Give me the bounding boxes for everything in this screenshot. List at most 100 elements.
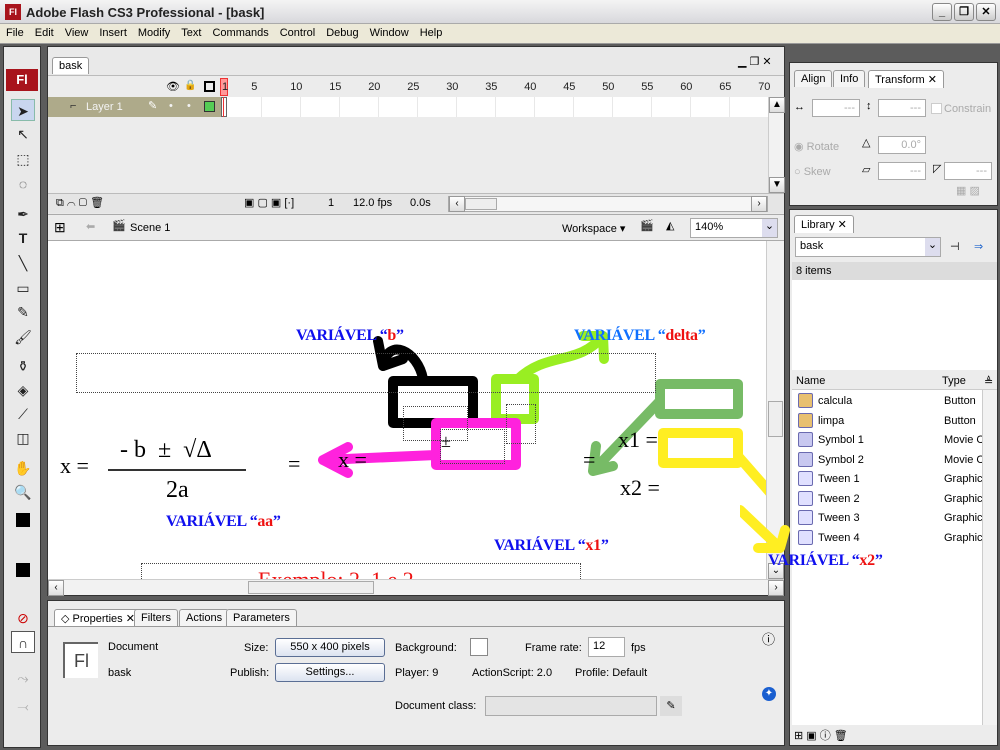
library-vscroll[interactable] — [982, 390, 997, 725]
subselection-tool-icon[interactable]: ↖ — [11, 123, 35, 145]
rotate-input[interactable]: 0.0° — [878, 136, 926, 154]
size-button[interactable]: 550 x 400 pixels — [275, 638, 385, 657]
skew-v-input[interactable]: --- — [944, 162, 992, 180]
accessibility-icon[interactable]: ✦ — [762, 687, 776, 701]
timeline-hscroll[interactable]: ‹ › — [448, 196, 768, 212]
library-item[interactable]: Tween 1 Graphic — [796, 470, 986, 489]
pen-tool-icon[interactable]: ✒ — [11, 203, 35, 225]
no-color-icon[interactable]: ⊘ — [11, 607, 35, 629]
fill-color-icon[interactable] — [11, 559, 35, 581]
library-item[interactable]: limpa Button — [796, 412, 986, 431]
rotate-radio[interactable]: ◉ Rotate — [794, 140, 839, 153]
input-field-top[interactable] — [76, 353, 656, 393]
background-color-swatch[interactable] — [470, 638, 488, 656]
selection-tool-icon[interactable]: ➤ — [11, 99, 35, 121]
onion-skin-icons[interactable]: ▣ ▢ ▣ [·] — [244, 196, 294, 209]
constrain-checkbox[interactable] — [931, 103, 942, 114]
document-class-input[interactable] — [485, 696, 657, 716]
tab-transform[interactable]: Transform ✕ — [868, 70, 944, 88]
library-item[interactable]: Tween 2 Graphic — [796, 490, 986, 509]
edit-scene-icon[interactable]: 🎬 — [640, 219, 654, 232]
zoom-tool-icon[interactable]: 🔍 — [11, 481, 35, 503]
snap-magnet-icon[interactable]: ∩ — [11, 631, 35, 653]
frame-rate-input[interactable]: 12 — [588, 637, 625, 657]
line-tool-icon[interactable]: ╲ — [11, 252, 35, 274]
close-button[interactable]: ✕ — [976, 3, 996, 21]
library-bottom-icons[interactable]: ⊞ ▣ ⓘ 🗑 — [794, 727, 848, 743]
eraser-tool-icon[interactable]: ◫ — [11, 427, 35, 449]
menu-edit[interactable]: Edit — [29, 24, 59, 39]
tab-filters[interactable]: Filters — [134, 609, 178, 626]
tab-properties[interactable]: ◇ Properties ✕ — [54, 609, 142, 627]
menu-commands[interactable]: Commands — [206, 24, 273, 39]
brush-tool-icon[interactable]: 🖌 — [11, 326, 35, 348]
stage[interactable]: x = - b ± √Δ 2a = x = ± = x1 = x2 = VARI… — [48, 241, 766, 579]
skew-h-input[interactable]: --- — [878, 162, 926, 180]
menu-window[interactable]: Window — [364, 24, 414, 39]
document-tab[interactable]: bask — [52, 57, 90, 74]
sort-icon[interactable]: ≜ — [984, 375, 993, 388]
menu-file[interactable]: File — [0, 24, 29, 39]
rectangle-tool-icon[interactable]: ▭ — [11, 277, 35, 299]
library-item[interactable]: Symbol 2 Movie C — [796, 451, 986, 470]
minimize-button[interactable]: _ — [932, 3, 952, 21]
menu-debug[interactable]: Debug — [320, 24, 363, 39]
zoom-select[interactable]: 140% ⌄ — [690, 218, 778, 238]
paint-bucket-tool-icon[interactable]: ◈ — [11, 379, 35, 401]
help-icon[interactable]: ⓘ — [762, 629, 775, 648]
col-name[interactable]: Name — [796, 375, 825, 387]
outline-icon[interactable] — [204, 81, 215, 92]
keyframe[interactable] — [221, 97, 227, 117]
ink-bottle-tool-icon[interactable]: ⚱ — [11, 355, 35, 377]
input-delta[interactable] — [506, 404, 536, 444]
doc-window-controls[interactable]: ▁ ❐ ✕ — [738, 55, 772, 68]
lock-icon[interactable]: 🔒 — [184, 80, 196, 91]
edit-symbol-icon[interactable]: ◭ — [666, 219, 674, 232]
smooth-icon[interactable]: ⤳ — [11, 667, 35, 689]
skew-radio[interactable]: ○ Skew — [794, 166, 831, 178]
library-item[interactable]: Symbol 1 Movie C — [796, 431, 986, 450]
tab-library[interactable]: Library ✕ — [794, 215, 854, 233]
menu-view[interactable]: View — [59, 24, 94, 39]
timeline-toggle-icon[interactable]: ⊞ — [54, 219, 66, 236]
copy-transform-icon[interactable]: ▦ ▨ — [956, 184, 980, 197]
add-layer-icon[interactable]: ⧉ ⌒ ▢ 🗑 — [56, 196, 104, 210]
settings-button[interactable]: Settings... — [275, 663, 385, 682]
stroke-color-icon[interactable] — [11, 509, 35, 531]
frames-area[interactable] — [221, 97, 768, 117]
library-item[interactable]: Tween 4 Graphic — [796, 529, 986, 548]
text-tool-icon[interactable]: T — [11, 227, 35, 249]
straighten-icon[interactable]: ⤙ — [11, 695, 35, 717]
tab-align[interactable]: Align — [794, 70, 833, 87]
edit-pencil-icon[interactable]: ✎ — [660, 696, 682, 716]
eye-icon[interactable]: 👁 — [166, 80, 180, 93]
library-item[interactable]: Tween 3 Graphic — [796, 509, 986, 528]
menu-modify[interactable]: Modify — [132, 24, 175, 39]
height-input[interactable]: --- — [878, 99, 926, 117]
menu-text[interactable]: Text — [175, 24, 206, 39]
menu-control[interactable]: Control — [274, 24, 320, 39]
tab-info[interactable]: Info — [833, 70, 866, 87]
pin-library-icon[interactable]: ⊣ — [950, 240, 960, 253]
layer-name[interactable]: Layer 1 — [86, 101, 123, 113]
menu-insert[interactable]: Insert — [93, 24, 132, 39]
tab-actions[interactable]: Actions — [179, 609, 230, 626]
col-type[interactable]: Type — [942, 375, 966, 387]
free-transform-tool-icon[interactable]: ⬚ — [11, 148, 35, 170]
timeline-vscroll[interactable]: ▲ ▼ — [768, 97, 785, 193]
lasso-tool-icon[interactable]: ◌ — [11, 173, 35, 195]
pencil-tool-icon[interactable]: ✎ — [11, 301, 35, 323]
layer-row[interactable]: ⌐ Layer 1 ✎ • • — [48, 97, 223, 117]
library-item[interactable]: calcula Button — [796, 392, 986, 411]
width-input[interactable]: --- — [812, 99, 860, 117]
menu-help[interactable]: Help — [414, 24, 448, 39]
stage-hscroll[interactable]: ‹ › — [48, 579, 784, 596]
restore-button[interactable]: ❐ — [954, 3, 974, 21]
scene-name[interactable]: Scene 1 — [130, 222, 170, 234]
new-library-panel-icon[interactable]: ⇒ — [974, 240, 983, 253]
back-arrow-icon[interactable]: ⬅ — [86, 220, 95, 233]
library-document-select[interactable]: bask ⌄ — [795, 237, 941, 257]
hand-tool-icon[interactable]: ✋ — [11, 457, 35, 479]
workspace-menu[interactable]: Workspace ▾ — [562, 222, 625, 235]
eyedropper-tool-icon[interactable]: ⟋ — [11, 403, 35, 425]
